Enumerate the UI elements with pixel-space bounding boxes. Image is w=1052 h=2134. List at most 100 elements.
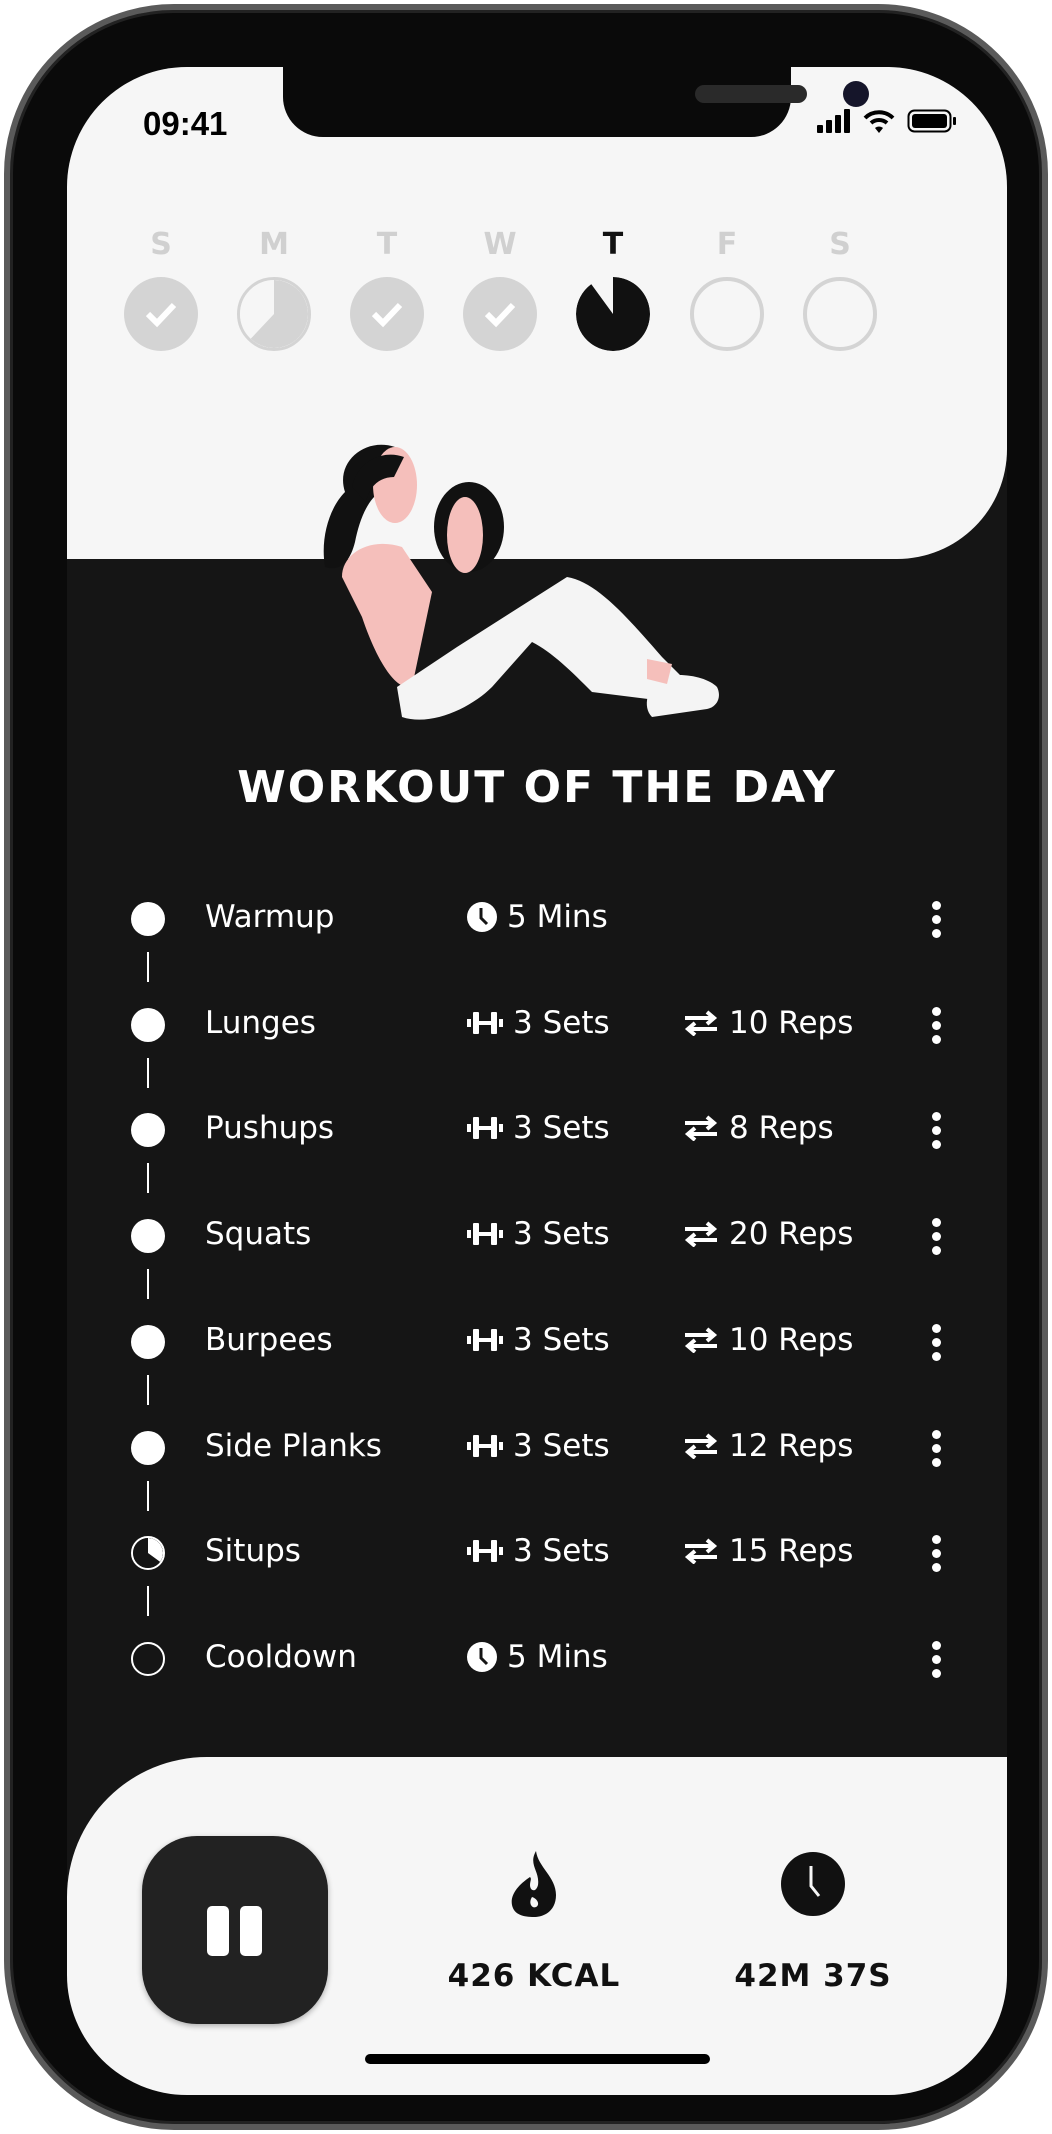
day-progress-icon — [237, 277, 311, 351]
dumbbell-icon — [467, 1328, 503, 1351]
dumbbell-icon — [467, 1540, 503, 1563]
repeat-icon — [684, 1327, 718, 1353]
day-empty-icon — [690, 277, 764, 351]
repeat-icon — [684, 1538, 718, 1565]
day-4[interactable]: T — [575, 227, 651, 351]
more-options-icon[interactable] — [929, 1218, 943, 1256]
day-0[interactable]: S — [123, 227, 199, 351]
speaker — [695, 85, 807, 103]
home-indicator[interactable] — [365, 2054, 710, 2064]
status-done-icon — [131, 1113, 165, 1148]
exercise-name: Pushups — [205, 1110, 335, 1147]
day-done-icon — [463, 277, 537, 351]
exercise-row[interactable]: Situps 3 Sets 15 Reps — [67, 1533, 1007, 1573]
day-letter: F — [716, 227, 738, 262]
signal-icon — [817, 109, 850, 133]
woman-situp-illustration — [323, 444, 719, 720]
more-options-icon[interactable] — [929, 901, 943, 938]
more-options-icon[interactable] — [929, 1535, 943, 1573]
clock-icon — [781, 1852, 845, 1916]
day-5[interactable]: F — [689, 227, 765, 351]
day-letter: S — [150, 227, 172, 262]
calories-value: 426 KCAL — [447, 1958, 621, 1994]
phone-frame: 09:41 S M T W T F S WORKOUT OF THE DAY Warmup 5… — [4, 4, 1048, 2130]
exercise-name: Situps — [205, 1533, 301, 1570]
day-3[interactable]: W — [462, 227, 538, 351]
more-options-icon[interactable] — [929, 1323, 943, 1361]
exercise-row[interactable]: Side Planks 3 Sets 12 Reps — [67, 1428, 1007, 1468]
status-done-icon — [131, 1430, 165, 1465]
repeat-icon — [684, 1221, 718, 1248]
status-icons — [817, 109, 957, 133]
status-progress-icon — [131, 1536, 165, 1571]
exercise-name: Burpees — [205, 1321, 333, 1358]
exercise-row[interactable]: Pushups 3 Sets 8 Reps — [67, 1110, 1007, 1150]
camera — [843, 81, 869, 107]
timeline-connector — [147, 1586, 149, 1617]
day-empty-icon — [803, 277, 877, 351]
dumbbell-icon — [467, 1117, 503, 1140]
pause-button[interactable] — [142, 1836, 328, 2024]
dumbbell-icon — [467, 1223, 503, 1246]
clock-icon — [467, 1641, 497, 1672]
status-done-icon — [131, 1007, 165, 1042]
exercise-row[interactable]: Burpees 3 Sets 10 Reps — [67, 1322, 1007, 1362]
status-time: 09:41 — [143, 105, 228, 142]
day-letter: T — [602, 227, 624, 262]
day-letter: T — [376, 227, 398, 262]
clock-icon — [467, 902, 497, 932]
exercise-duration: 5 Mins — [507, 899, 608, 935]
more-options-icon[interactable] — [929, 1006, 943, 1044]
status-pending-icon — [131, 1641, 165, 1676]
exercise-row[interactable]: Cooldown 5 Mins — [67, 1639, 1007, 1679]
exercise-sets: 3 Sets — [513, 1427, 610, 1464]
day-letter: W — [483, 227, 517, 262]
notch — [283, 67, 869, 137]
exercise-row[interactable]: Lunges 3 Sets 10 Reps — [67, 1005, 1007, 1045]
day-1[interactable]: M — [236, 227, 312, 351]
exercise-sets: 3 Sets — [513, 1110, 610, 1147]
timeline-connector — [147, 952, 149, 982]
dumbbell-icon — [467, 1434, 503, 1457]
flame-icon — [511, 1851, 556, 1917]
exercise-reps: 10 Reps — [729, 1004, 854, 1041]
day-letter: S — [829, 227, 851, 262]
exercise-row[interactable]: Warmup 5 Mins — [67, 899, 1007, 939]
day-letter: M — [259, 227, 289, 262]
status-done-icon — [131, 1219, 165, 1254]
exercise-reps: 8 Reps — [729, 1110, 834, 1147]
day-progress-icon — [576, 277, 650, 351]
exercise-sets: 3 Sets — [513, 1216, 610, 1253]
dumbbell-icon — [467, 1011, 503, 1034]
exercise-reps: 12 Reps — [729, 1427, 854, 1464]
timeline-connector — [147, 1269, 149, 1300]
exercise-reps: 10 Reps — [729, 1321, 854, 1358]
timeline-connector — [147, 1163, 149, 1194]
wifi-icon — [863, 110, 895, 133]
elapsed-time-value: 42M 37S — [734, 1958, 892, 1994]
more-options-icon[interactable] — [929, 1640, 943, 1678]
exercise-name: Cooldown — [205, 1638, 357, 1675]
repeat-icon — [684, 1432, 718, 1459]
timeline-connector — [147, 1374, 149, 1405]
status-done-icon — [131, 1324, 165, 1359]
exercise-name: Squats — [205, 1216, 312, 1253]
more-options-icon[interactable] — [929, 1112, 943, 1150]
day-done-icon — [350, 277, 424, 351]
exercise-name: Side Planks — [205, 1427, 382, 1464]
exercise-row[interactable]: Squats 3 Sets 20 Reps — [67, 1216, 1007, 1256]
day-6[interactable]: S — [802, 227, 878, 351]
timeline-connector — [147, 1480, 149, 1511]
exercise-sets: 3 Sets — [513, 1004, 610, 1041]
exercise-duration: 5 Mins — [507, 1638, 608, 1675]
more-options-icon[interactable] — [929, 1429, 943, 1467]
exercise-sets: 3 Sets — [513, 1321, 610, 1358]
exercise-reps: 20 Reps — [729, 1216, 854, 1253]
exercise-name: Warmup — [205, 899, 335, 935]
exercise-sets: 3 Sets — [513, 1533, 610, 1570]
page-title: WORKOUT OF THE DAY — [237, 762, 837, 813]
day-done-icon — [124, 277, 198, 351]
day-2[interactable]: T — [349, 227, 425, 351]
repeat-icon — [684, 1010, 718, 1036]
battery-icon — [907, 109, 956, 133]
